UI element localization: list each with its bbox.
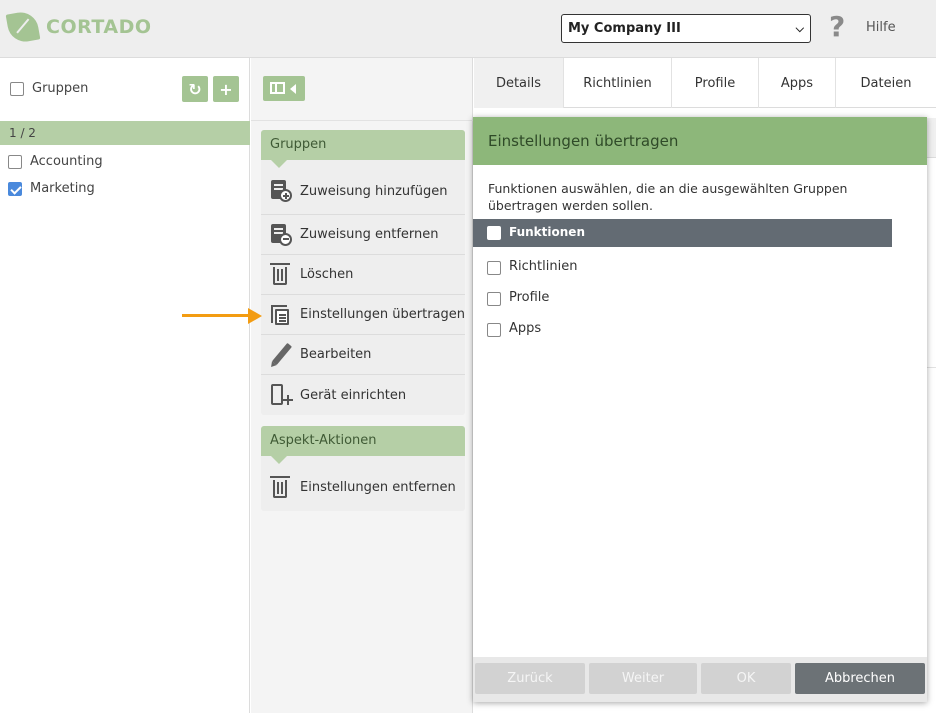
transfer-settings-button[interactable]: Einstellungen übertragen [261, 295, 465, 335]
chevron-left-icon [290, 84, 296, 94]
group-label: Accounting [30, 154, 103, 169]
cancel-button[interactable]: Abbrechen [795, 663, 925, 694]
group-label: Marketing [30, 181, 95, 196]
tab-profile[interactable]: Profile [672, 58, 759, 108]
company-select-value: My Company III [568, 21, 681, 36]
group-checkbox-accounting[interactable] [8, 155, 22, 169]
group-count: 1 / 2 [0, 121, 250, 145]
list-item[interactable]: Profile [473, 284, 892, 314]
refresh-icon: ↻ [188, 79, 202, 99]
trash-icon [269, 475, 293, 500]
group-checkbox-marketing[interactable] [8, 182, 22, 196]
action-label: Löschen [300, 267, 354, 282]
richtlinien-checkbox[interactable] [487, 261, 501, 275]
pencil-icon [269, 342, 293, 367]
arrow-annotation-icon [182, 308, 262, 324]
groups-heading: Gruppen [32, 81, 89, 96]
company-select[interactable]: My Company III ⌵ [561, 14, 811, 43]
help-icon[interactable]: ? [829, 12, 845, 42]
remove-assignment-button[interactable]: Zuweisung entfernen [261, 215, 465, 255]
leaf-icon [5, 9, 41, 45]
option-label: Apps [509, 321, 542, 336]
app-header: CORTADO My Company III ⌵ ? Hilfe [0, 0, 936, 58]
section-title: Aspekt-Aktionen [261, 426, 465, 464]
actions-panel: Gruppen Zuweisung hinzufügen Zuweisung e… [251, 58, 473, 713]
next-button[interactable]: Weiter [589, 663, 697, 694]
functions-table-header: Funktionen [473, 219, 892, 247]
action-label: Bearbeiten [300, 347, 372, 362]
trash-icon [269, 262, 293, 287]
action-label: Zuweisung hinzufügen [300, 183, 448, 199]
dialog-title: Einstellungen übertragen [473, 117, 927, 165]
select-all-functions-checkbox[interactable] [487, 226, 501, 240]
aspect-actions-section: Aspekt-Aktionen Einstellungen entfernen [261, 426, 465, 511]
groups-list-header: Gruppen ↻ + [0, 58, 250, 120]
transfer-settings-dialog: Einstellungen übertragen Funktionen ausw… [473, 117, 927, 702]
groups-actions-section: Gruppen Zuweisung hinzufügen Zuweisung e… [261, 130, 465, 415]
copy-settings-icon [269, 303, 293, 327]
cortado-logo[interactable]: CORTADO [5, 9, 152, 45]
help-link[interactable]: Hilfe [866, 20, 896, 35]
collapse-panel-button[interactable] [263, 76, 305, 101]
add-assignment-button[interactable]: Zuweisung hinzufügen [261, 160, 465, 215]
remove-assignment-icon [269, 223, 293, 247]
delete-button[interactable]: Löschen [261, 255, 465, 295]
dialog-footer: Zurück Weiter OK Abbrechen [473, 657, 927, 702]
tab-richtlinien[interactable]: Richtlinien [564, 58, 672, 108]
functions-header-label: Funktionen [509, 225, 585, 239]
remove-settings-button[interactable]: Einstellungen entfernen [261, 456, 465, 511]
profile-checkbox[interactable] [487, 292, 501, 306]
action-label: Einstellungen entfernen [300, 480, 456, 495]
tab-bar: Details Richtlinien Profile Apps Dateien [474, 58, 936, 108]
select-all-groups-checkbox[interactable] [10, 82, 24, 96]
tab-dateien[interactable]: Dateien [836, 58, 936, 108]
device-add-icon [269, 383, 293, 407]
refresh-button[interactable]: ↻ [182, 76, 208, 102]
add-group-button[interactable]: + [213, 76, 239, 102]
action-label: Zuweisung entfernen [300, 227, 439, 242]
option-label: Richtlinien [509, 259, 578, 274]
groups-list-panel: Gruppen ↻ + 1 / 2 Accounting Marketing [0, 58, 250, 713]
divider [251, 120, 473, 121]
option-label: Profile [509, 290, 550, 305]
list-item[interactable]: Marketing [0, 177, 250, 203]
chevron-down-icon: ⌵ [795, 22, 804, 35]
setup-device-button[interactable]: Gerät einrichten [261, 375, 465, 415]
list-item[interactable]: Accounting [0, 150, 250, 176]
section-title: Gruppen [261, 130, 465, 168]
logo-text: CORTADO [46, 16, 152, 38]
apps-checkbox[interactable] [487, 323, 501, 337]
action-label: Einstellungen übertragen [300, 307, 465, 322]
tab-apps[interactable]: Apps [759, 58, 836, 108]
tab-details[interactable]: Details [474, 58, 564, 108]
list-item[interactable]: Richtlinien [473, 253, 892, 283]
add-assignment-icon [269, 179, 293, 203]
edit-button[interactable]: Bearbeiten [261, 335, 465, 375]
action-label: Gerät einrichten [300, 387, 407, 403]
ok-button[interactable]: OK [701, 663, 791, 694]
list-item[interactable]: Apps [473, 315, 892, 345]
dialog-description: Funktionen auswählen, die an die ausgewä… [488, 181, 848, 213]
panel-icon [270, 82, 285, 94]
plus-icon: + [219, 79, 233, 99]
back-button[interactable]: Zurück [475, 663, 585, 694]
